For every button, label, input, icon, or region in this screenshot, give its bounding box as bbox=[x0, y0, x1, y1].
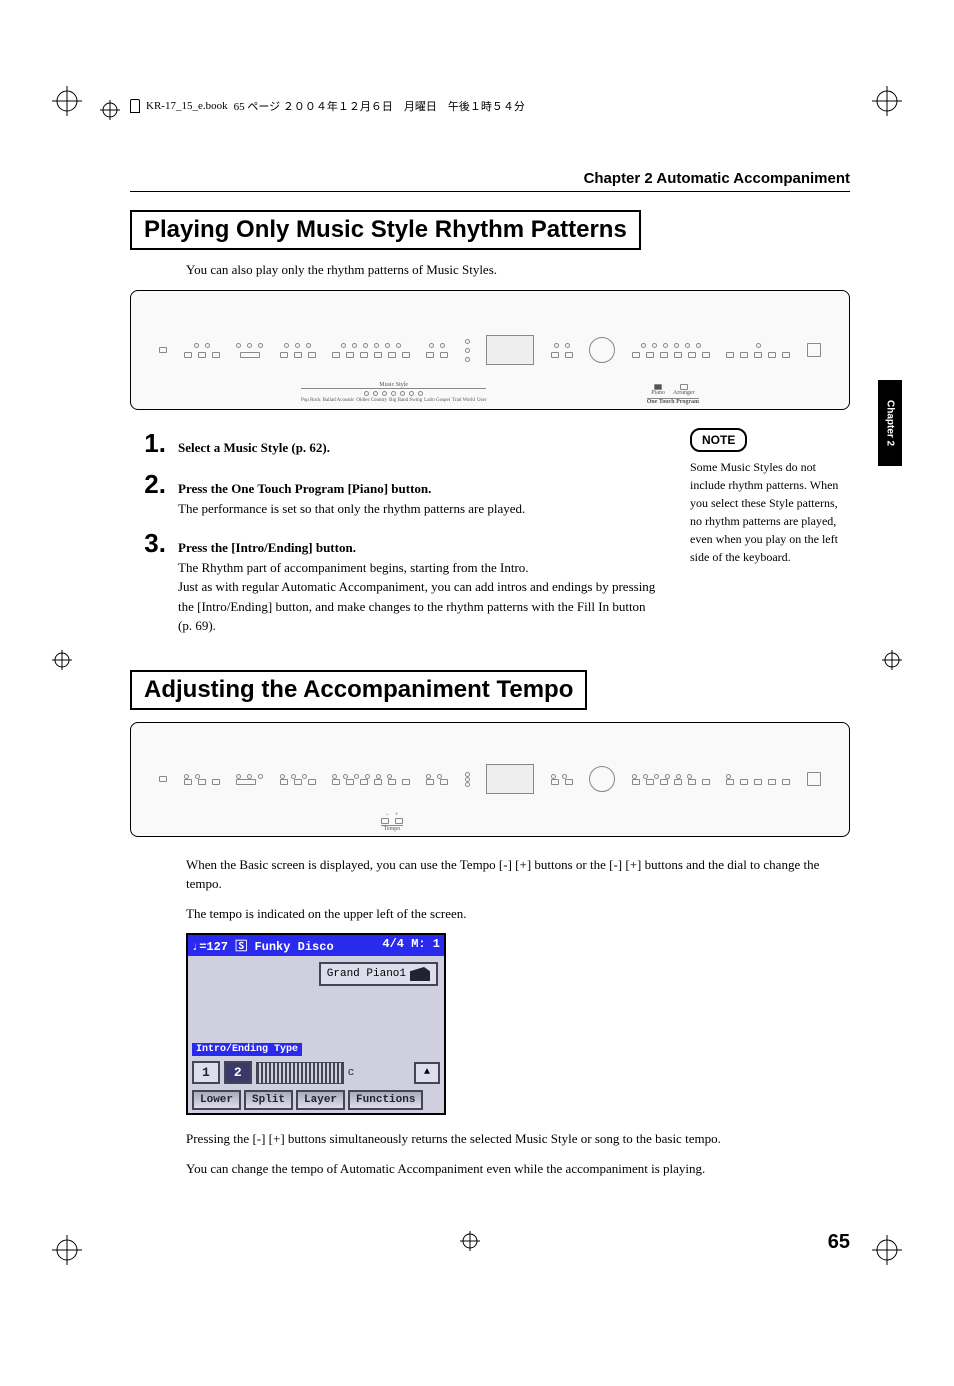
lcd-style-name: Funky Disco bbox=[254, 940, 333, 954]
style-label: Pop Rock bbox=[301, 398, 321, 403]
style-label: Oldies Country bbox=[356, 398, 387, 403]
section-title: Playing Only Music Style Rhythm Patterns bbox=[130, 210, 641, 250]
body-text: You can change the tempo of Automatic Ac… bbox=[186, 1159, 850, 1179]
body-text: The tempo is indicated on the upper left… bbox=[186, 904, 850, 924]
style-label: Big Band Swing bbox=[389, 398, 422, 403]
lcd-intro-type-chip: 2 bbox=[224, 1061, 252, 1084]
style-label: Trad World bbox=[452, 398, 475, 403]
step-number: 3 bbox=[130, 528, 166, 559]
chapter-running-head: Chapter 2 Automatic Accompaniment bbox=[130, 170, 850, 187]
prepress-header: KR-17_15_e.book 65 ページ ２００４年１２月６日 月曜日 午後… bbox=[130, 98, 525, 114]
step-heading: Select a Music Style (p. 62). bbox=[178, 440, 330, 455]
note-text: Some Music Styles do not include rhythm … bbox=[690, 458, 850, 566]
lcd-tempo: ♩=127 bbox=[192, 940, 228, 954]
style-label: User bbox=[477, 398, 486, 403]
step-heading: Press the One Touch Program [Piano] butt… bbox=[178, 479, 660, 499]
style-label: Latin Gospel bbox=[424, 398, 450, 403]
otp-arranger-label: Arranger bbox=[673, 390, 695, 396]
book-file-icon bbox=[130, 99, 140, 113]
step: 2 Press the One Touch Program [Piano] bu… bbox=[130, 469, 660, 518]
lcd-intro-ending-label: Intro/Ending Type bbox=[192, 1043, 302, 1056]
body-text: When the Basic screen is displayed, you … bbox=[186, 855, 850, 894]
crop-mark-icon bbox=[52, 86, 82, 116]
step-text: The performance is set so that only the … bbox=[178, 499, 660, 519]
lcd-tab: Functions bbox=[348, 1090, 423, 1110]
lcd-style-icon: 🅂 bbox=[235, 940, 247, 954]
lcd-instrument-box: Grand Piano1 bbox=[319, 962, 438, 986]
panel-illustration: Music Style Pop Rock Ballad Acoustic Old… bbox=[130, 290, 850, 410]
section-title: Adjusting the Accompaniment Tempo bbox=[130, 670, 587, 710]
otp-label: One Touch Program bbox=[647, 398, 699, 405]
registration-mark-icon bbox=[882, 650, 902, 670]
music-style-label: Music Style bbox=[301, 382, 486, 389]
otp-piano-label: Piano bbox=[651, 390, 665, 396]
music-style-callout: Music Style Pop Rock Ballad Acoustic Old… bbox=[301, 382, 486, 405]
crop-mark-icon bbox=[872, 86, 902, 116]
book-page-info: 65 ページ ２００４年１２月６日 月曜日 午後１時５４分 bbox=[234, 98, 525, 114]
lcd-waveform-icon bbox=[256, 1062, 344, 1084]
divider bbox=[130, 191, 850, 192]
step-number: 1 bbox=[130, 428, 166, 459]
crop-mark-icon bbox=[52, 1235, 82, 1265]
lcd-metronome-icon: ▲ bbox=[414, 1062, 440, 1084]
lcd-screenshot: ♩=127 🅂 Funky Disco 4/4 M: 1 Grand Piano… bbox=[186, 933, 446, 1115]
body-text: Pressing the [-] [+] buttons simultaneou… bbox=[186, 1129, 850, 1149]
lcd-tab: Split bbox=[244, 1090, 293, 1110]
lcd-screen-icon bbox=[486, 764, 534, 794]
tempo-label: Tempo bbox=[381, 825, 403, 832]
section-intro: You can also play only the rhythm patter… bbox=[186, 262, 850, 278]
crop-mark-icon bbox=[872, 1235, 902, 1265]
step: 1 Select a Music Style (p. 62). bbox=[130, 428, 660, 459]
registration-mark-icon bbox=[52, 650, 72, 670]
book-file-name: KR-17_15_e.book bbox=[146, 100, 228, 112]
style-label: Ballad Acoustic bbox=[323, 398, 355, 403]
dial-icon bbox=[589, 766, 615, 792]
lcd-intro-type-chip: 1 bbox=[192, 1061, 220, 1084]
piano-icon bbox=[410, 967, 430, 981]
one-touch-program-callout: Piano Arranger One Touch Program bbox=[647, 384, 699, 405]
lcd-time-measure: 4/4 M: 1 bbox=[382, 937, 440, 954]
step-text: The Rhythm part of accompaniment begins,… bbox=[178, 558, 660, 636]
lcd-screen-icon bbox=[486, 335, 534, 365]
lcd-tab: Layer bbox=[296, 1090, 345, 1110]
chapter-side-tab: Chapter 2 bbox=[878, 380, 902, 466]
step-number: 2 bbox=[130, 469, 166, 500]
lcd-instrument: Grand Piano1 bbox=[327, 968, 406, 980]
registration-mark-icon bbox=[100, 100, 120, 120]
panel-illustration: −+ Tempo bbox=[130, 722, 850, 837]
note-badge: NOTE bbox=[690, 428, 747, 452]
registration-mark-icon bbox=[460, 1231, 480, 1251]
lcd-tab: Lower bbox=[192, 1090, 241, 1110]
tempo-callout: −+ Tempo bbox=[381, 812, 403, 832]
dial-icon bbox=[589, 337, 615, 363]
step: 3 Press the [Intro/Ending] button. The R… bbox=[130, 528, 660, 636]
step-heading: Press the [Intro/Ending] button. bbox=[178, 538, 660, 558]
page-number: 65 bbox=[828, 1231, 850, 1254]
